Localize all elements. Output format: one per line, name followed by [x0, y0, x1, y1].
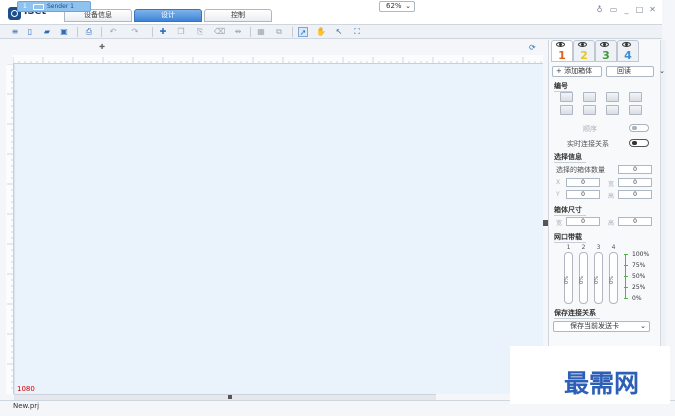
port-2-load-bar: 0% [579, 252, 588, 304]
eye-icon [578, 42, 587, 47]
numbering-pattern-4[interactable] [629, 92, 642, 102]
sender-tab[interactable]: 1 Sender 1 [17, 1, 91, 12]
delete-icon[interactable]: ⌫ [214, 27, 225, 37]
sender-card-icon [33, 4, 44, 10]
close-icon[interactable]: ✕ [648, 5, 657, 14]
save-icon[interactable]: ▣ [59, 27, 69, 37]
numbering-pattern-2[interactable] [583, 92, 596, 102]
group-icon[interactable]: ⧉ [274, 27, 284, 37]
grid-icon[interactable]: ▦ [256, 27, 266, 37]
sender-tab-strip [6, 40, 542, 54]
x-field[interactable]: 0 [566, 178, 600, 187]
numbering-pattern-7[interactable] [606, 105, 619, 115]
box-height-field[interactable]: 0 [618, 217, 652, 226]
add-icon[interactable]: ✚ [158, 27, 168, 37]
numbering-pattern-3[interactable] [606, 92, 619, 102]
horizontal-ruler [13, 55, 543, 64]
eye-icon [556, 42, 565, 47]
numbering-pattern-1[interactable] [560, 92, 573, 102]
menu-icon[interactable]: ≡ [10, 27, 20, 37]
vertical-ruler [6, 64, 14, 394]
tab-control[interactable]: 控制 [204, 9, 272, 22]
port-3-load-bar: 0% [594, 252, 603, 304]
add-sender-button[interactable]: ✚ [98, 43, 106, 51]
numbering-section-title: 编号 [554, 81, 572, 92]
box-size-section-title: 箱体尺寸 [554, 205, 586, 216]
copy-icon[interactable]: ❐ [176, 27, 186, 37]
scroll-thumb[interactable] [228, 395, 232, 399]
connect-icon[interactable]: ↖ [334, 27, 344, 37]
skin-icon[interactable]: ♁ [595, 5, 604, 14]
box-width-field[interactable]: 0 [566, 217, 600, 226]
select-pointer-icon[interactable]: ➚ [298, 27, 308, 37]
refresh-icon[interactable]: ⟳ [529, 43, 536, 52]
fit-screen-icon[interactable]: ⛶ [352, 27, 362, 37]
realtime-label: 实时连接关系 [567, 140, 609, 148]
maximize-icon[interactable]: □ [635, 5, 644, 14]
width-field[interactable]: 0 [618, 178, 652, 187]
open-folder-icon[interactable]: ▰ [42, 27, 52, 37]
readback-button[interactable]: 回读 ⌄ [606, 66, 665, 77]
canvas-height-label: 1080 [17, 385, 35, 393]
add-box-button[interactable]: + 添加箱体 [552, 66, 602, 77]
port-load-section-title: 网口带载 [554, 232, 586, 243]
port-1-load-bar: 0% [564, 252, 573, 304]
layer-tab-3[interactable]: 3 [595, 40, 617, 62]
y-field[interactable]: 0 [566, 190, 600, 199]
numbering-pattern-5[interactable] [560, 105, 573, 115]
realtime-toggle[interactable] [629, 139, 649, 147]
layer-tab-2[interactable]: 2 [573, 40, 595, 62]
numbering-pattern-8[interactable] [629, 105, 642, 115]
order-label: 顺序 [583, 125, 597, 133]
paste-icon[interactable]: ⎘ [195, 27, 205, 37]
print-icon[interactable]: ⎙ [84, 27, 94, 37]
pan-hand-icon[interactable]: ✋ [316, 27, 326, 37]
tab-design[interactable]: 设计 [134, 9, 202, 22]
eye-icon [622, 42, 631, 47]
order-toggle[interactable] [629, 124, 649, 132]
design-canvas[interactable] [14, 64, 543, 394]
selection-section-title: 选择信息 [554, 152, 586, 163]
port-4-load-bar: 0% [609, 252, 618, 304]
save-connection-section-title: 保存连接关系 [554, 308, 600, 319]
selection-count-field: 0 [618, 165, 652, 174]
layer-tab-1[interactable]: 1 [551, 40, 573, 62]
chevron-down-icon: ⌄ [640, 322, 646, 330]
align-icon[interactable]: ⇹ [233, 27, 243, 37]
height-field[interactable]: 0 [618, 190, 652, 199]
minimize-icon[interactable]: _ [622, 5, 631, 14]
zoom-select[interactable]: 62% ⌄ [379, 1, 415, 12]
selection-count-label: 选择的箱体数量 [556, 166, 605, 174]
new-file-icon[interactable]: ▯ [25, 27, 35, 37]
screen-icon[interactable]: ▭ [609, 5, 618, 14]
watermark-text: 最需网 [564, 369, 640, 398]
save-current-card-button[interactable]: 保存当前发送卡 ⌄ [553, 321, 650, 332]
redo-icon[interactable]: ↷ [130, 27, 140, 37]
project-file-name: New.prj [13, 402, 40, 410]
app-window: iSet 设备信息 设计 控制 ♁ ▭ _ □ ✕ ≡ ▯ ▰ ▣ ⎙ ↶ ↷ … [0, 0, 675, 416]
undo-icon[interactable]: ↶ [108, 27, 118, 37]
eye-icon [600, 42, 609, 47]
toolbar [0, 25, 662, 39]
chevron-down-icon: ⌄ [659, 67, 665, 75]
layer-tab-4[interactable]: 4 [617, 40, 639, 62]
numbering-pattern-6[interactable] [583, 105, 596, 115]
